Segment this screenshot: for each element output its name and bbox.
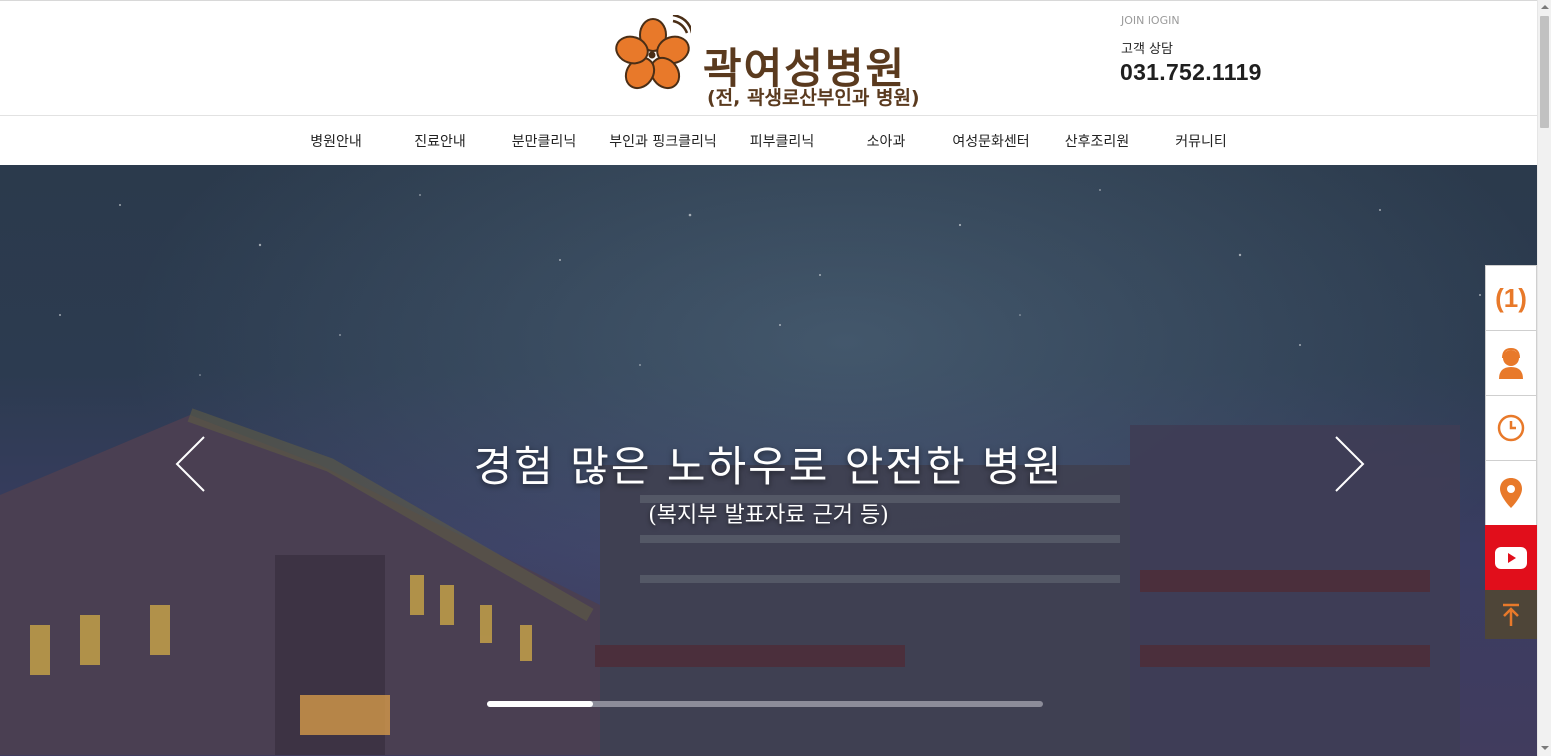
slide-progress-bar[interactable] [487,701,1043,707]
site-header: 곽여성병원 (전, 곽생로산부인과 병원) JOIN lOGIN 고객 상담 0… [0,0,1537,115]
one-icon: (1) [1495,282,1527,313]
nav-item-postpartum-care[interactable]: 산후조리원 [1065,131,1129,151]
nav-item-delivery-clinic[interactable]: 분만클리닉 [512,131,576,151]
scroll-down-arrow-icon[interactable] [1541,746,1549,750]
quick-menu: (1) [1485,265,1537,639]
hero-subtitle: (복지부 발표자료 근거 등) [648,503,889,528]
nav-item-culture-center[interactable]: 여성문화센터 [952,131,1029,151]
clock-icon [1497,414,1525,442]
login-link[interactable]: lOGIN [1148,14,1180,27]
join-link[interactable]: JOIN [1121,14,1144,27]
next-slide-arrow-icon[interactable] [1328,435,1368,493]
customer-service-label: 고객 상담 [1121,42,1173,57]
quick-location-button[interactable] [1485,460,1537,525]
logo-subtitle: (전, 곽생로산부인과 병원) [707,87,920,109]
customer-service-phone[interactable]: 031.752.1119 [1120,59,1262,86]
location-pin-icon [1500,478,1522,508]
top-arrow-icon [1503,603,1519,626]
hero-title: 경험 많은 노하우로 안전한 병원 [473,442,1064,491]
prev-slide-arrow-icon[interactable] [172,435,212,493]
main-nav: 병원안내 진료안내 분만클리닉 부인과 핑크클리닉 피부클리닉 소아과 여성문화… [0,115,1537,165]
slide-progress-fill [487,701,593,707]
nav-item-pediatrics[interactable]: 소아과 [867,131,906,151]
quick-counsel-button[interactable] [1485,330,1537,395]
nav-item-treatment-info[interactable]: 진료안내 [414,131,466,151]
nav-item-skin-clinic[interactable]: 피부클리닉 [750,131,814,151]
quick-youtube-button[interactable] [1485,525,1537,590]
nav-item-hospital-info[interactable]: 병원안내 [310,131,362,151]
counselor-icon [1499,347,1523,379]
hospital-logo[interactable]: 곽여성병원 (전, 곽생로산부인과 병원) [615,13,935,111]
page: 곽여성병원 (전, 곽생로산부인과 병원) JOIN lOGIN 고객 상담 0… [0,0,1537,756]
youtube-icon [1495,547,1527,569]
nav-item-pink-clinic[interactable]: 부인과 핑크클리닉 [609,131,717,151]
flower-logo-icon [615,15,691,90]
scrollbar-thumb[interactable] [1540,16,1549,128]
join-login-links: JOIN lOGIN [1121,14,1180,27]
hero-slider: 경험 많은 노하우로 안전한 병원 (복지부 발표자료 근거 등) [0,165,1537,756]
one-label: 1 [1503,282,1519,313]
nav-item-community[interactable]: 커뮤니티 [1175,131,1227,151]
scroll-top-button[interactable] [1485,590,1537,639]
scroll-up-arrow-icon[interactable] [1541,5,1549,9]
page-scrollbar[interactable] [1537,0,1551,756]
quick-hours-button[interactable] [1485,395,1537,460]
quick-one-button[interactable]: (1) [1485,265,1537,330]
